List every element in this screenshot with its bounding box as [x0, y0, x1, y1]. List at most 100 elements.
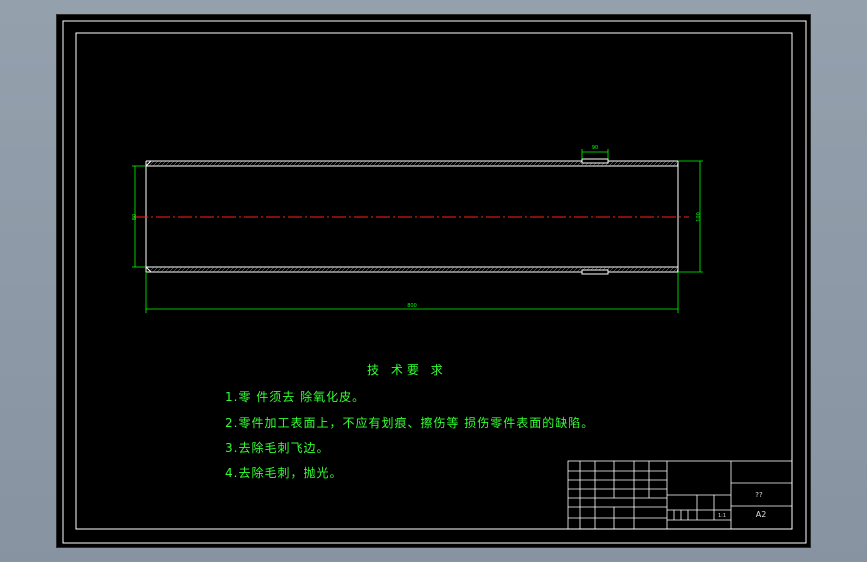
hatch-line	[568, 266, 575, 273]
hatch-line	[240, 160, 247, 167]
hatch-line	[440, 266, 447, 273]
hatch-line	[208, 160, 215, 167]
hatch-line	[660, 160, 667, 167]
hatch-line	[576, 266, 583, 273]
hatch-line	[304, 266, 311, 273]
hatch-line	[228, 266, 235, 273]
hatch-line	[380, 160, 387, 167]
hatch-line	[420, 160, 427, 167]
hatch-line	[668, 266, 675, 273]
hatch-line	[268, 266, 275, 273]
hatch-line	[164, 266, 171, 273]
hatch-line	[468, 160, 475, 167]
hatch-line	[300, 266, 307, 273]
hatch-line	[256, 160, 263, 167]
hatch-line	[352, 160, 359, 167]
pipe-left-chamfer-top	[145, 160, 152, 167]
hatch-line	[156, 160, 163, 167]
hatch-line	[160, 160, 167, 167]
hatch-line	[492, 266, 499, 273]
hatch-line	[432, 160, 439, 167]
hatch-line	[340, 160, 347, 167]
hatch-line	[256, 266, 263, 273]
hatch-line	[404, 266, 411, 273]
hatch-line	[332, 160, 339, 167]
hatch-line	[152, 266, 159, 273]
hatch-line	[428, 266, 435, 273]
hatch-line	[312, 266, 319, 273]
hatch-line	[560, 266, 567, 273]
hatch-line	[612, 266, 619, 273]
hatch-line	[504, 160, 511, 167]
hatch-line	[404, 160, 411, 167]
hatch-line	[272, 160, 279, 167]
hatch-line	[316, 160, 323, 167]
hatch-line	[296, 266, 303, 273]
hatch-line	[616, 160, 623, 167]
hatch-line	[412, 266, 419, 273]
hatch-line	[492, 160, 499, 167]
hatch-line	[576, 160, 583, 167]
hatch-line	[192, 160, 199, 167]
dim-top-label: 90	[592, 145, 598, 151]
hatch-line	[372, 160, 379, 167]
hatch-line	[344, 266, 351, 273]
hatch-line	[540, 160, 547, 167]
title-block-sheet-size: A2	[756, 510, 767, 519]
hatch-line	[248, 266, 255, 273]
hatch-line	[460, 160, 467, 167]
hatch-line	[308, 160, 315, 167]
dim-left-label: 80	[132, 214, 138, 220]
cad-viewport[interactable]: 90 80 100 800 ?? A2 1:1 技 术要 求 1.零 件须去 除…	[56, 14, 811, 548]
hatch-line	[308, 266, 315, 273]
hatch-line	[608, 266, 615, 273]
hatch-line	[344, 160, 351, 167]
hatch-line	[476, 160, 483, 167]
hatch-line	[168, 266, 175, 273]
hatch-line	[448, 160, 455, 167]
hatch-line	[300, 160, 307, 167]
hatch-line	[168, 160, 175, 167]
hatch-line	[180, 160, 187, 167]
pipe-left-chamfer-bottom	[145, 266, 152, 273]
hatch-line	[516, 160, 523, 167]
hatch-line	[532, 160, 539, 167]
hatch-line	[336, 160, 343, 167]
hatch-line	[252, 266, 259, 273]
hatch-line	[616, 266, 623, 273]
hatch-line	[376, 266, 383, 273]
hatch-line	[484, 266, 491, 273]
hatch-line	[488, 266, 495, 273]
hatch-line	[368, 160, 375, 167]
hatch-line	[624, 266, 631, 273]
hatch-line	[624, 160, 631, 167]
hatch-line	[464, 160, 471, 167]
hatch-line	[416, 160, 423, 167]
tech-requirement-2: 2.零件加工表面上，不应有划痕、擦伤等 损伤零件表面的缺陷。	[225, 416, 595, 430]
hatch-line	[548, 266, 555, 273]
hatch-line	[416, 266, 423, 273]
hatch-line	[548, 160, 555, 167]
hatch-line	[636, 266, 643, 273]
hatch-line	[208, 266, 215, 273]
hatch-line	[496, 266, 503, 273]
hatch-line	[192, 266, 199, 273]
hatch-line	[244, 266, 251, 273]
hatch-line	[524, 160, 531, 167]
hatch-line	[656, 160, 663, 167]
hatch-line	[568, 160, 575, 167]
hatch-line	[544, 160, 551, 167]
hatch-line	[328, 266, 335, 273]
hatch-line	[488, 160, 495, 167]
hatch-line	[464, 266, 471, 273]
hatch-line	[516, 266, 523, 273]
hatch-line	[248, 160, 255, 167]
hatch-line	[608, 160, 615, 167]
hatch-line	[196, 160, 203, 167]
hatch-line	[384, 266, 391, 273]
hatch-line	[528, 266, 535, 273]
hatch-line	[652, 266, 659, 273]
hatch-line	[152, 160, 159, 167]
hatch-line	[452, 266, 459, 273]
hatch-line	[184, 266, 191, 273]
